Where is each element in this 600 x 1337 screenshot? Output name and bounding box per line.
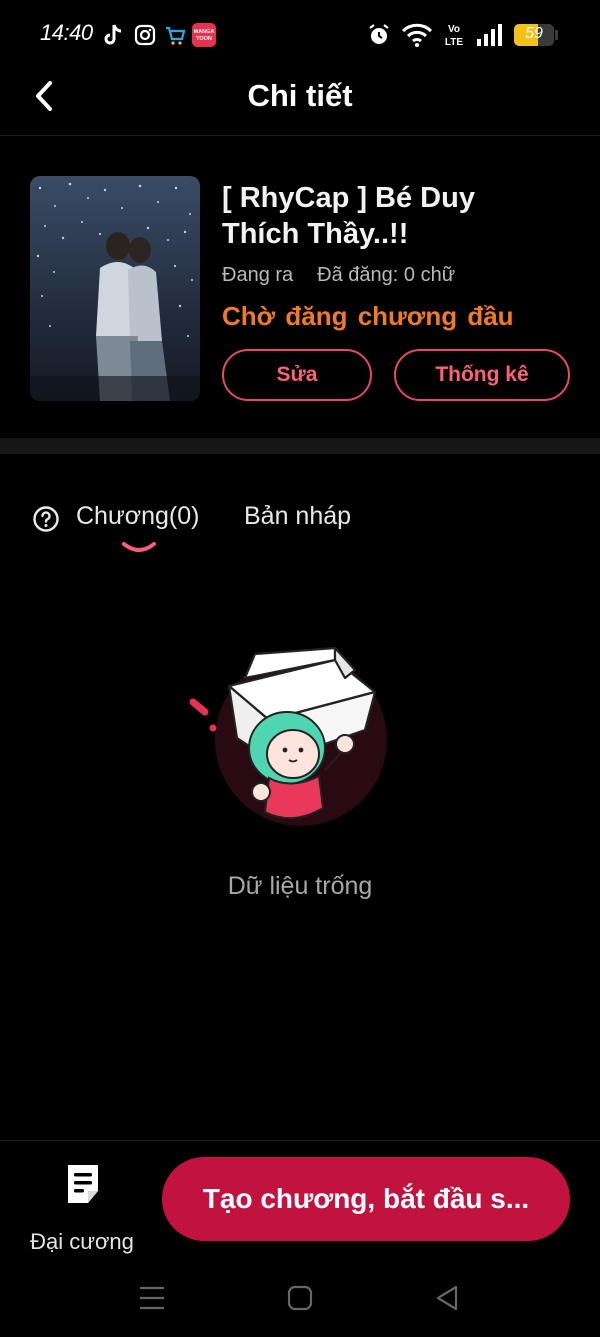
- home-icon[interactable]: [284, 1282, 316, 1314]
- empty-state-text: Dữ liệu trống: [227, 872, 373, 900]
- tab-chapters[interactable]: Chương(0): [76, 502, 199, 531]
- help-icon[interactable]: [32, 505, 60, 533]
- svg-text:TOON: TOON: [196, 36, 212, 42]
- menu-icon[interactable]: [136, 1282, 168, 1314]
- story-state: Đang ra: [222, 264, 294, 286]
- edit-button[interactable]: Sửa: [222, 349, 372, 401]
- battery-icon: 59: [514, 24, 554, 46]
- story-word-count: Đã đăng: 0 chữ: [317, 264, 456, 286]
- outline-button[interactable]: Đại cương: [20, 1159, 144, 1254]
- story-card: [ RhyCap ] Bé Duy Thích Thầy..!! Đang ra…: [0, 136, 600, 436]
- story-status: Chờ đăng chương đầu: [222, 301, 514, 331]
- section-divider: [0, 438, 600, 454]
- page-title: Chi tiết: [247, 78, 353, 113]
- tiktok-icon: [100, 22, 126, 48]
- manga-toon-icon: MANGA TOON: [192, 22, 216, 48]
- stats-button[interactable]: Thống kê: [394, 349, 570, 401]
- battery-cap: [555, 30, 558, 40]
- empty-state-illustration: [185, 640, 400, 835]
- story-meta: Đang ra Đã đăng: 0 chữ: [222, 264, 455, 287]
- instagram-icon: [132, 22, 158, 48]
- active-tab-indicator: [122, 542, 156, 552]
- bottom-action-bar: Đại cương Tạo chương, bắt đầu s...: [0, 1140, 600, 1260]
- system-nav-bar: [0, 1262, 600, 1337]
- alarm-icon: [366, 22, 392, 48]
- document-icon: [68, 1165, 98, 1203]
- header: Chi tiết: [0, 66, 600, 136]
- status-bar: 14:40 MANGA TOON Vo LTE 59: [0, 0, 600, 66]
- back-nav-icon[interactable]: [432, 1282, 464, 1314]
- wifi-icon: [400, 22, 434, 48]
- story-cover-image[interactable]: [30, 176, 200, 401]
- svg-text:Vo: Vo: [448, 24, 460, 35]
- outline-label: Đại cương: [30, 1229, 134, 1254]
- volte-icon: Vo LTE: [441, 22, 467, 48]
- tab-bar: Chương(0) Bản nháp: [0, 490, 600, 570]
- signal-icon: [474, 22, 506, 48]
- battery-level: 59: [525, 25, 543, 42]
- story-title: [ RhyCap ] Bé Duy Thích Thầy..!!: [222, 182, 475, 250]
- tab-drafts[interactable]: Bản nháp: [244, 502, 351, 531]
- status-time: 14:40: [40, 20, 93, 45]
- create-chapter-button[interactable]: Tạo chương, bắt đầu s...: [162, 1157, 570, 1241]
- shopping-icon: [162, 22, 188, 48]
- svg-text:MANGA: MANGA: [194, 29, 215, 35]
- svg-text:LTE: LTE: [445, 37, 463, 48]
